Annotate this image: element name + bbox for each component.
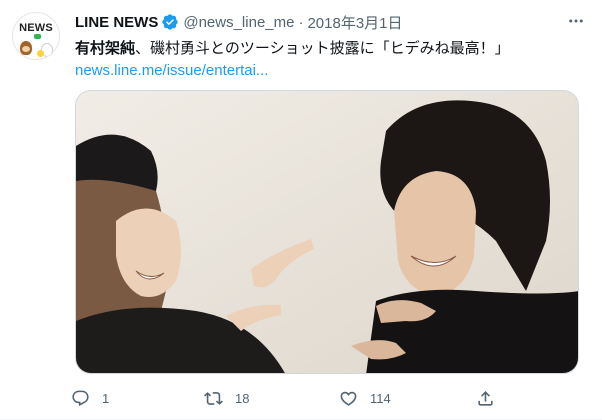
tweet-text-rest: 、磯村勇斗とのツーショット披露に「ヒデみね最高！」 — [135, 39, 510, 57]
verified-badge-icon — [162, 14, 179, 30]
share-icon — [478, 390, 493, 406]
avatar-logo-text: NEWS — [19, 22, 53, 34]
retweet-button[interactable]: 18 — [204, 386, 249, 410]
retweet-icon — [204, 391, 223, 405]
tweet[interactable]: NEWS LINE NEWS @news_line_me · 2018年3月1日… — [0, 0, 602, 420]
heart-icon — [340, 391, 357, 406]
tweet-text: 有村架純、磯村勇斗とのツーショット披露に「ヒデみね最高！」 — [75, 37, 510, 59]
avatar[interactable]: NEWS — [12, 12, 60, 60]
separator-dot: · — [298, 13, 304, 31]
tweet-photo[interactable] — [75, 90, 579, 374]
reply-count: 1 — [102, 390, 110, 406]
handle[interactable]: @news_line_me — [183, 14, 294, 31]
tweet-text-bold: 有村架純 — [75, 39, 136, 57]
share-button[interactable] — [476, 386, 495, 410]
tweet-actions: 1 18 114 — [71, 386, 511, 410]
speech-bubble-icon — [34, 34, 41, 39]
retweet-count: 18 — [235, 390, 250, 406]
reply-button[interactable]: 1 — [71, 386, 109, 410]
tweet-header: LINE NEWS @news_line_me · 2018年3月1日 — [75, 11, 403, 33]
like-count: 114 — [370, 390, 391, 406]
tweet-date[interactable]: 2018年3月1日 — [307, 12, 402, 33]
tweet-link[interactable]: news.line.me/issue/entertai... — [75, 60, 268, 82]
photo-illustration — [76, 91, 578, 373]
reply-icon — [72, 390, 89, 406]
display-name[interactable]: LINE NEWS — [75, 14, 158, 31]
like-button[interactable]: 114 — [339, 386, 391, 410]
chick-character-icon — [37, 50, 44, 57]
more-options-icon[interactable] — [566, 11, 586, 31]
bear-face-icon — [22, 46, 30, 52]
